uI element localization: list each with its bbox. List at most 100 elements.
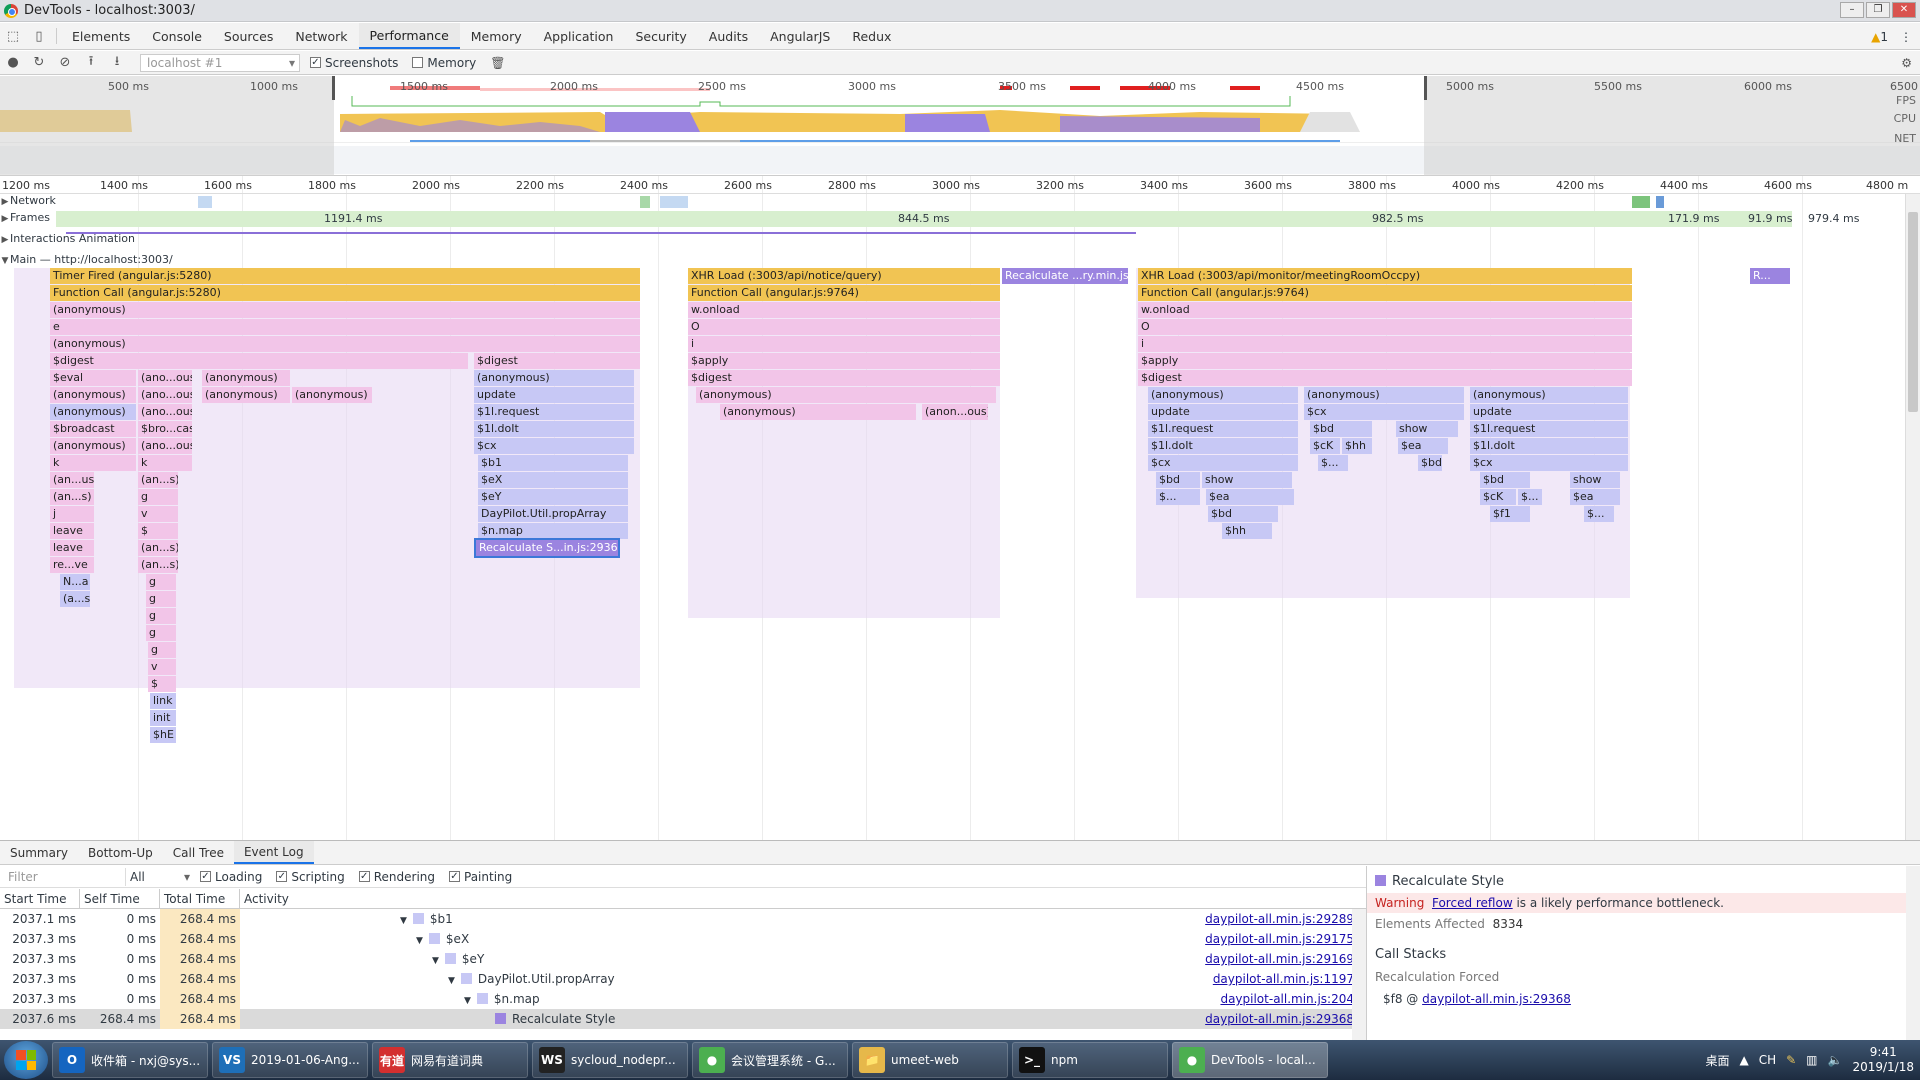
flame-event[interactable]: (an...s)	[138, 472, 178, 488]
flame-event[interactable]: $1l.request	[1148, 421, 1298, 437]
flame-event[interactable]: (ano...ous)	[138, 404, 192, 420]
flame-event[interactable]: $n.map	[478, 523, 628, 539]
frame-duration[interactable]: 171.9 ms	[1668, 212, 1719, 225]
taskbar-item[interactable]: 📁 umeet-web	[852, 1042, 1008, 1078]
tab-application[interactable]: Application	[533, 23, 625, 49]
flame-event[interactable]: (an...s)	[138, 540, 178, 556]
flame-event[interactable]: (anon...ous)	[922, 404, 988, 420]
flame-event[interactable]: g	[138, 489, 178, 505]
flame-event-recalculate[interactable]: Recalculate ...ry.min.js:3)	[1002, 268, 1128, 284]
warnings-counter[interactable]: ▲1	[1871, 30, 1888, 44]
tab-sources[interactable]: Sources	[213, 23, 284, 49]
flame-event[interactable]: w.onload	[1138, 302, 1632, 318]
expand-triangle-icon[interactable]: ▶	[0, 235, 10, 245]
duration-select[interactable]: All	[130, 870, 190, 884]
tab-event-log[interactable]: Event Log	[233, 841, 314, 864]
frame-duration[interactable]: 982.5 ms	[1372, 212, 1423, 225]
flame-event[interactable]: R...	[1750, 268, 1790, 284]
scripting-checkbox[interactable]: ✓ Scripting	[276, 870, 345, 884]
flame-event[interactable]: $bd	[1480, 472, 1530, 488]
main-flame-chart[interactable]: Timer Fired (angular.js:5280) Function C…	[0, 268, 1905, 840]
taskbar-item[interactable]: >_ npm	[1012, 1042, 1168, 1078]
flame-event[interactable]: (anonymous)	[202, 370, 290, 386]
flame-event[interactable]: (anonymous)	[50, 404, 136, 420]
flame-event[interactable]: $...	[1156, 489, 1200, 505]
flame-event[interactable]: $apply	[688, 353, 1000, 369]
flame-event[interactable]: i	[688, 336, 1000, 352]
flame-event[interactable]: $...	[1518, 489, 1542, 505]
scrollbar-thumb[interactable]	[1908, 212, 1918, 412]
flame-event[interactable]: $bd	[1208, 506, 1278, 522]
flame-event[interactable]: v	[138, 506, 178, 522]
frame-duration[interactable]: 91.9 ms	[1748, 212, 1792, 225]
tray-apps-icon[interactable]: ✎	[1786, 1053, 1796, 1067]
tab-network[interactable]: Network	[284, 23, 358, 49]
taskbar-item[interactable]: ● 会议管理系统 - G...	[692, 1042, 848, 1078]
expand-arrow-icon[interactable]: ▼	[448, 976, 455, 986]
flame-event[interactable]: k	[50, 455, 136, 471]
flame-event[interactable]: $1l.doIt	[474, 421, 634, 437]
flame-event[interactable]: g	[148, 642, 176, 658]
screenshots-checkbox[interactable]: ✓ Screenshots	[310, 56, 398, 70]
restore-button[interactable]: ❐	[1866, 2, 1890, 18]
overview-left-handle[interactable]	[332, 76, 335, 100]
source-link[interactable]: daypilot-all.min.js:204	[1220, 989, 1354, 1009]
timeline-overview[interactable]: 500 ms 1000 ms 1500 ms 2000 ms 2500 ms 3…	[0, 76, 1920, 176]
flame-event[interactable]: DayPilot.Util.propArray	[478, 506, 628, 522]
table-row[interactable]: 2037.3 ms 0 ms 268.4 ms ▼ $n.map daypilot-all…	[0, 989, 1366, 1009]
flame-event[interactable]: $	[148, 676, 176, 692]
source-link[interactable]: daypilot-all.min.js:29175	[1205, 929, 1354, 949]
flame-event[interactable]: $cx	[474, 438, 634, 454]
flame-event[interactable]: $hh	[1222, 523, 1272, 539]
col-total-time[interactable]: Total Time	[160, 889, 240, 908]
taskbar-item[interactable]: O 收件箱 - nxj@sys...	[52, 1042, 208, 1078]
main-thread-header[interactable]: ▼ Main — http://localhost:3003/	[0, 253, 1920, 267]
flame-event[interactable]: g	[146, 574, 176, 590]
source-link[interactable]: daypilot-all.min.js:29289	[1205, 909, 1354, 929]
volume-icon[interactable]: 🔈	[1828, 1053, 1843, 1067]
frame-duration[interactable]: 844.5 ms	[898, 212, 949, 225]
flame-event[interactable]: $	[138, 523, 178, 539]
flame-event[interactable]: (an...us)	[50, 472, 94, 488]
col-self-time[interactable]: Self Time	[80, 889, 160, 908]
source-link[interactable]: daypilot-all.min.js:1197	[1213, 969, 1354, 989]
flame-event[interactable]: show	[1202, 472, 1292, 488]
flame-event[interactable]: $...	[1584, 506, 1614, 522]
settings-gear-icon[interactable]: ⚙	[1901, 56, 1912, 70]
flame-event[interactable]: show	[1396, 421, 1458, 437]
taskbar-item[interactable]: ● DevTools - local...	[1172, 1042, 1328, 1078]
flame-event[interactable]: leave	[50, 540, 94, 556]
flame-event[interactable]: XHR Load (:3003/api/notice/query)	[688, 268, 1000, 284]
flame-event[interactable]: (an...s)	[50, 489, 94, 505]
flame-event[interactable]: $digest	[1138, 370, 1632, 386]
flame-event[interactable]: $b1	[478, 455, 628, 471]
expand-arrow-icon[interactable]: ▼	[464, 996, 471, 1006]
tab-audits[interactable]: Audits	[698, 23, 759, 49]
flame-event[interactable]: show	[1570, 472, 1620, 488]
tab-security[interactable]: Security	[624, 23, 697, 49]
tab-elements[interactable]: Elements	[61, 23, 141, 49]
expand-arrow-icon[interactable]: ▼	[432, 956, 439, 966]
flame-event[interactable]: (a...s)	[60, 591, 90, 607]
flame-event[interactable]: update	[1148, 404, 1298, 420]
flame-event[interactable]: e	[50, 319, 640, 335]
interactions-track[interactable]: ▶ Interactions Animation	[0, 232, 1920, 248]
flame-event[interactable]: $cx	[1148, 455, 1298, 471]
flame-event[interactable]: $1l.doIt	[1148, 438, 1298, 454]
flame-event[interactable]: $hE	[150, 727, 176, 743]
flame-event[interactable]: $cK	[1310, 438, 1340, 454]
tab-call-tree[interactable]: Call Tree	[163, 841, 234, 864]
flame-event[interactable]: $bro...cast	[138, 421, 192, 437]
flame-event[interactable]: $cx	[1470, 455, 1628, 471]
flame-event[interactable]: (anonymous)	[50, 336, 640, 352]
table-row[interactable]: 2037.6 ms 268.4 ms 268.4 ms Recalculate Sty…	[0, 1009, 1366, 1029]
source-link[interactable]: daypilot-all.min.js:29368	[1205, 1009, 1354, 1029]
network-icon[interactable]: ▥	[1806, 1053, 1817, 1067]
expand-arrow-icon[interactable]: ▼	[400, 916, 407, 926]
detail-scrollbar[interactable]	[1906, 866, 1920, 1041]
flame-event[interactable]: $f1	[1490, 506, 1530, 522]
flame-event[interactable]: (anonymous)	[696, 387, 996, 403]
flame-event[interactable]: leave	[50, 523, 94, 539]
flame-event[interactable]: link	[150, 693, 176, 709]
taskbar-item[interactable]: WS sycloud_nodepr...	[532, 1042, 688, 1078]
